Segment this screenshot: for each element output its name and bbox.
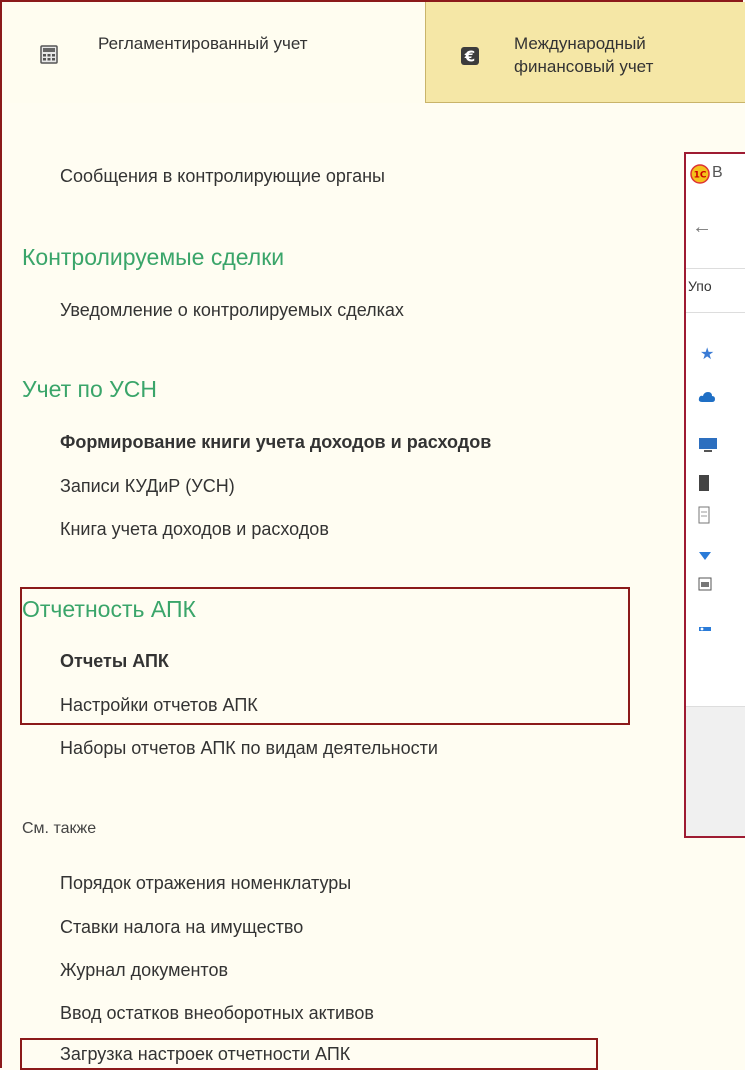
link-controlled-transactions-notice[interactable]: Уведомление о контролируемых сделках — [60, 300, 404, 321]
tab-ifrs-label: Международный финансовый учет — [514, 34, 654, 76]
link-form-income-expense-book[interactable]: Формирование книги учета доходов и расхо… — [60, 432, 491, 453]
star-icon[interactable]: ★ — [700, 344, 714, 364]
svg-text:1С: 1С — [694, 171, 707, 181]
window-footer — [686, 706, 745, 836]
link-apk-report-settings[interactable]: Настройки отчетов АПК — [60, 695, 258, 716]
link-property-tax-rates[interactable]: Ставки налога на имущество — [60, 917, 303, 938]
address-divider — [686, 268, 745, 269]
link-messages-to-authorities[interactable]: Сообщения в контролирующие органы — [60, 166, 385, 187]
svg-text:€: € — [464, 48, 475, 66]
link-fixed-assets-opening-balances[interactable]: Ввод остатков внеоборотных активов — [60, 1003, 374, 1024]
section-tab-bar: Регламентированный учет € Международный … — [2, 2, 745, 103]
see-also-title: См. также — [22, 820, 97, 837]
link-load-apk-report-settings[interactable]: Загрузка настроек отчетности АПК — [60, 1044, 350, 1065]
euro-icon: € — [461, 47, 479, 66]
window-title: В — [712, 164, 723, 181]
1c-logo-icon: 1С — [690, 164, 710, 184]
download-icon[interactable] — [698, 550, 712, 562]
toolbar-divider — [686, 312, 745, 313]
calculator-icon — [40, 45, 58, 64]
section-title-controlled-transactions: Контролируемые сделки — [22, 244, 285, 270]
link-apk-reports[interactable]: Отчеты АПК — [60, 651, 169, 672]
back-arrow-icon[interactable]: ← — [692, 216, 712, 239]
navigation-panel: Сообщения в контролирующие органы Контро… — [0, 102, 745, 1070]
disk-icon[interactable] — [698, 624, 712, 634]
link-documents-journal[interactable]: Журнал документов — [60, 960, 228, 981]
section-title-apk-reporting: Отчетность АПК — [22, 596, 196, 622]
monitor-icon[interactable] — [698, 437, 718, 453]
document-icon[interactable] — [698, 474, 710, 492]
document-icon[interactable] — [698, 506, 710, 524]
cloud-icon[interactable] — [698, 390, 716, 404]
link-nomenclature-reflection[interactable]: Порядок отражения номенклатуры — [60, 873, 351, 894]
section-title-usn: Учет по УСН — [22, 376, 158, 402]
link-income-expense-book[interactable]: Книга учета доходов и расходов — [60, 519, 329, 540]
tab-regulated-accounting[interactable]: Регламентированный учет — [2, 2, 426, 103]
partial-item-clip: Сообщения в контролирующие органы — [60, 162, 560, 190]
image-icon[interactable] — [698, 577, 712, 591]
link-kudir-records[interactable]: Записи КУДиР (УСН) — [60, 476, 235, 497]
tab-regulated-accounting-label: Регламентированный учет — [98, 34, 308, 53]
overlay-window: 1С В ← Упо ★ — [684, 152, 745, 838]
tab-ifrs[interactable]: € Международный финансовый учет — [426, 2, 745, 102]
window-address-fragment: Упо — [688, 278, 712, 294]
link-apk-report-sets[interactable]: Наборы отчетов АПК по видам деятельности — [60, 738, 438, 759]
